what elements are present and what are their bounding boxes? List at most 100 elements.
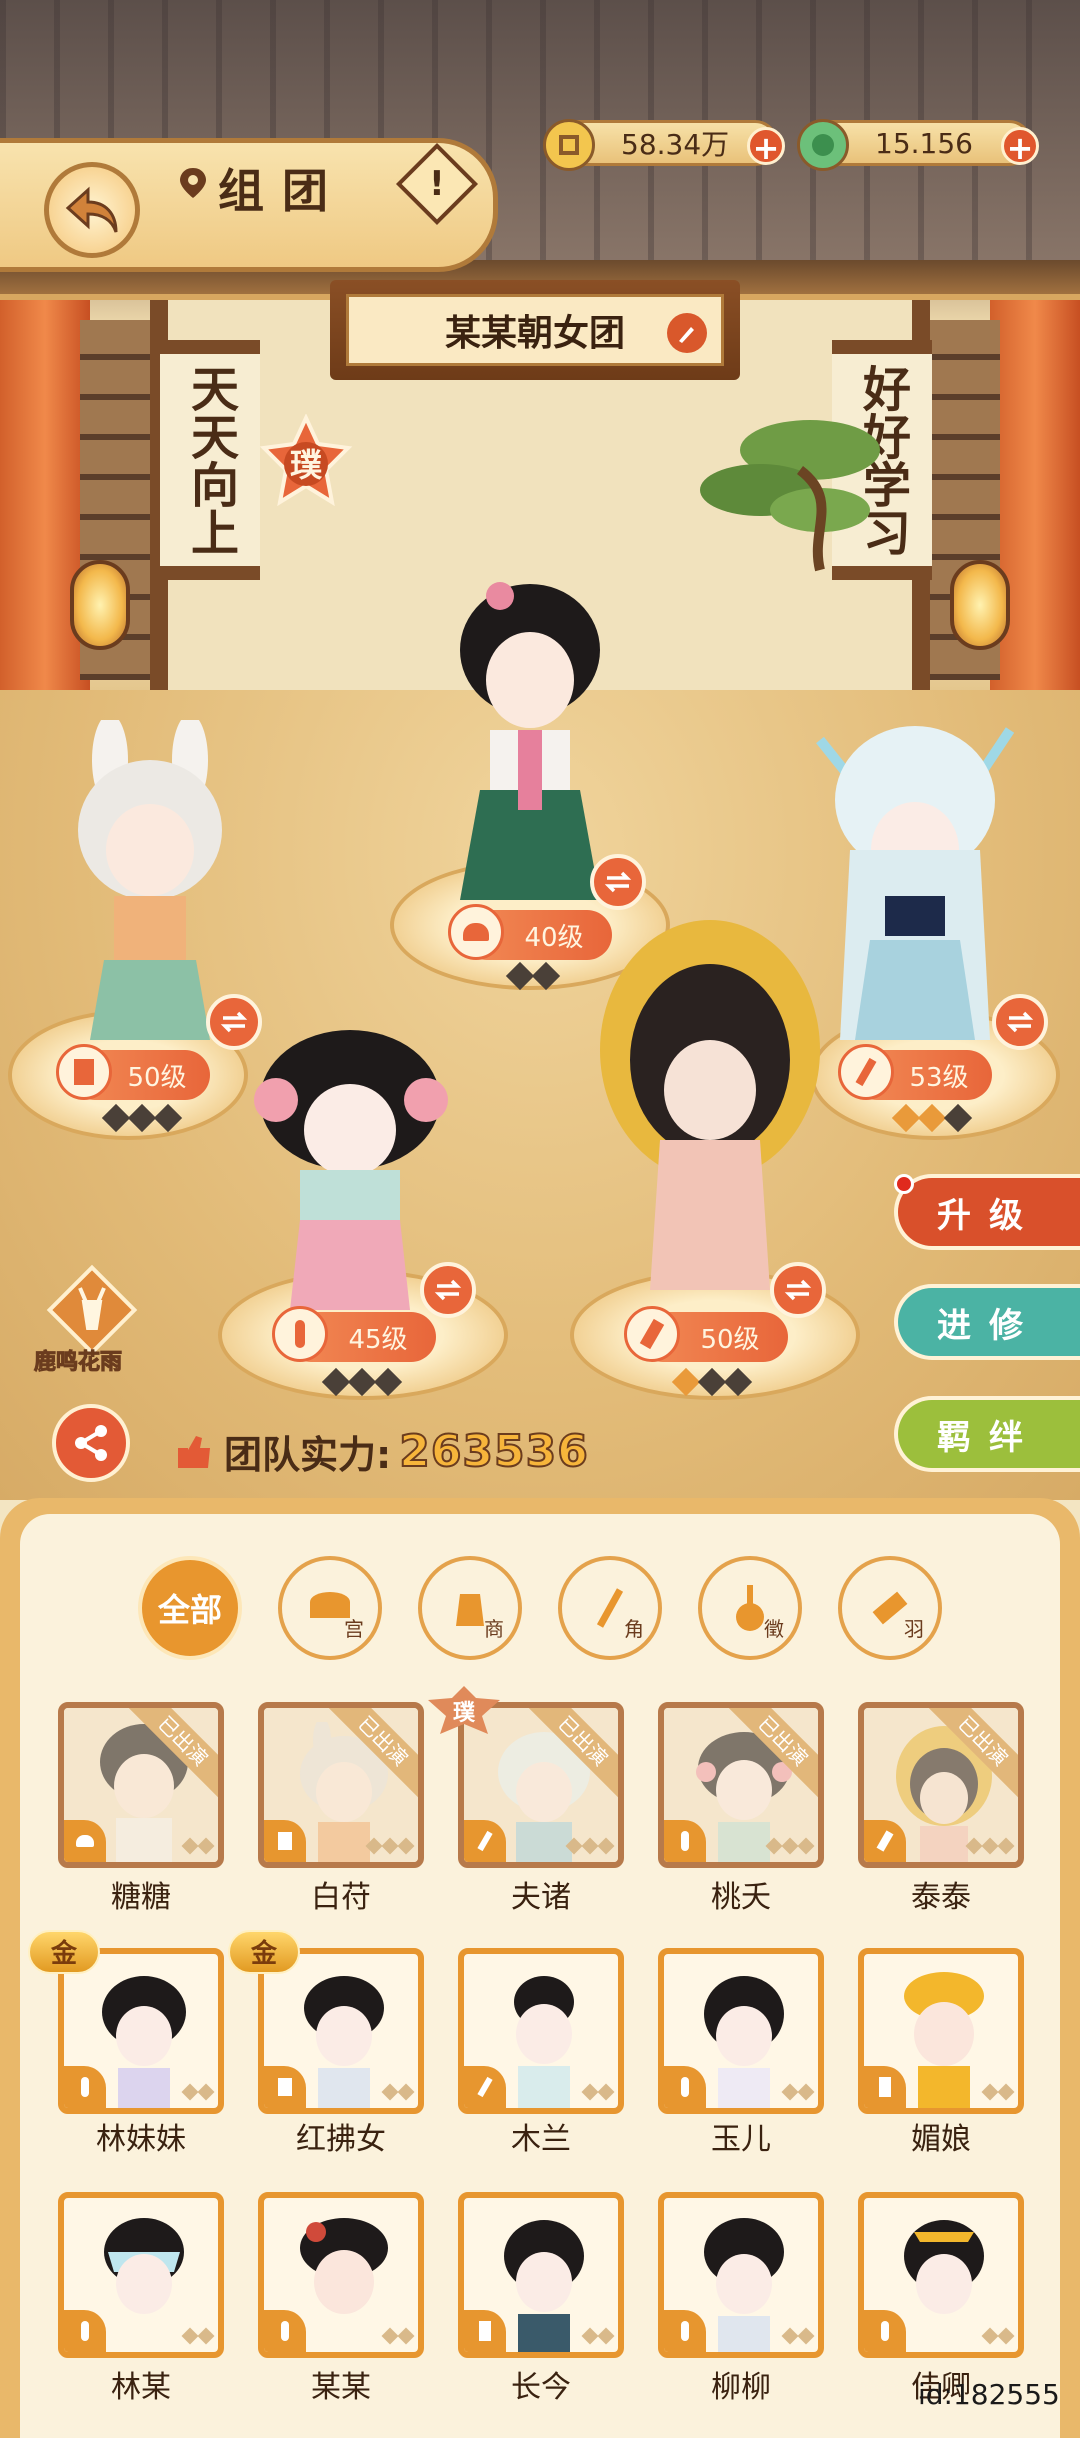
swap-icon xyxy=(604,871,632,893)
roster-card-name: 林某 xyxy=(111,2370,171,2405)
advance-label: 进修 xyxy=(937,1305,1041,1346)
add-coins-button[interactable]: + xyxy=(747,127,785,166)
character-portrait xyxy=(104,2218,184,2314)
class-icon xyxy=(464,2066,506,2108)
character-portrait xyxy=(904,2220,984,2314)
filter-tab-zhi[interactable]: 徵 xyxy=(698,1556,802,1660)
roster-card[interactable] xyxy=(458,2192,624,2358)
card-stars xyxy=(965,1837,1015,1855)
roster-card-name: 林妹妹 xyxy=(96,2122,186,2157)
roster-card[interactable]: 已出演 xyxy=(658,1702,824,1868)
filter-tab-jue[interactable]: 角 xyxy=(558,1556,662,1660)
pu-badge-label: 璞 xyxy=(290,446,323,484)
roster-card-name: 红拂女 xyxy=(296,2122,386,2157)
pu-rank-badge[interactable]: 璞 xyxy=(258,414,354,510)
roster-card[interactable] xyxy=(658,2192,824,2358)
deer-badge-label: 鹿鸣花雨 xyxy=(33,1350,123,1376)
add-jade-button[interactable]: + xyxy=(1001,127,1039,166)
share-icon xyxy=(75,1425,107,1461)
roster-card[interactable] xyxy=(458,1948,624,2114)
class-icon xyxy=(664,1820,706,1862)
brush-icon xyxy=(679,327,694,343)
location-pin-icon xyxy=(180,168,206,198)
filter-tab-gong[interactable]: 宫 xyxy=(278,1556,382,1660)
swap-button[interactable] xyxy=(992,994,1048,1050)
character-portrait xyxy=(904,1972,984,2108)
swap-button[interactable] xyxy=(420,1262,476,1318)
card-stars xyxy=(565,1837,615,1855)
back-button[interactable] xyxy=(44,162,140,258)
team-power-value: 263536 xyxy=(398,1425,589,1478)
card-stars xyxy=(781,2083,815,2101)
pu-tag: 璞 xyxy=(428,1686,500,1734)
help-label: ! xyxy=(429,163,445,204)
share-button[interactable] xyxy=(52,1404,130,1482)
card-stars xyxy=(181,1837,215,1855)
roster-card[interactable]: 已出演 xyxy=(58,1702,224,1868)
bond-label: 羁绊 xyxy=(937,1417,1041,1458)
bond-button[interactable]: 羁绊 xyxy=(894,1396,1080,1472)
lantern-left xyxy=(70,560,130,650)
coin-counter: 58.34万 + xyxy=(543,119,785,171)
card-stars xyxy=(981,2083,1015,2101)
team-power: 团队实力: 263536 xyxy=(174,1424,589,1479)
notification-dot xyxy=(894,1174,914,1194)
roster-card-name: 长今 xyxy=(511,2370,571,2405)
team-power-label: 团队实力: xyxy=(224,1433,392,1477)
card-stars xyxy=(781,2327,815,2345)
gold-rarity-tag: 金 xyxy=(28,1930,100,1974)
swap-icon xyxy=(434,1279,462,1301)
roster-card[interactable] xyxy=(58,2192,224,2358)
roster-card-name: 柳柳 xyxy=(711,2370,771,2405)
roster-card[interactable]: 已出演 xyxy=(858,1702,1024,1868)
filter-tab-yu[interactable]: 羽 xyxy=(838,1556,942,1660)
character-figure xyxy=(460,582,600,900)
star-rating xyxy=(101,1103,183,1133)
upgrade-button[interactable]: 升级 xyxy=(894,1174,1080,1250)
character-figure xyxy=(600,920,820,1290)
edit-name-button[interactable] xyxy=(667,313,707,353)
roster-card-name: 媚娘 xyxy=(911,2122,971,2157)
class-icon xyxy=(264,2066,306,2108)
roster-card[interactable] xyxy=(658,1948,824,2114)
roster-card[interactable] xyxy=(858,2192,1024,2358)
level-icon xyxy=(56,1044,112,1100)
roster-card-name: 木兰 xyxy=(511,2122,571,2157)
team-name: 某某朝女团 xyxy=(444,313,625,354)
jade-icon xyxy=(797,119,849,171)
pu-tag-label: 璞 xyxy=(453,1701,476,1726)
card-stars xyxy=(381,2327,415,2345)
class-icon xyxy=(864,1820,906,1862)
filter-tab-all[interactable]: 全部 xyxy=(138,1556,242,1660)
scroll-left: 天天向上 xyxy=(160,340,260,580)
class-icon xyxy=(464,2310,506,2352)
class-icon xyxy=(864,2310,906,2352)
character-portrait xyxy=(704,1976,784,2108)
character-portrait xyxy=(102,1976,186,2108)
class-icon xyxy=(64,2066,106,2108)
character-portrait xyxy=(514,1976,574,2108)
character-portrait xyxy=(300,2218,388,2314)
filter-tab-shang[interactable]: 商 xyxy=(418,1556,522,1660)
gold-rarity-tag: 金 xyxy=(228,1930,300,1974)
coin-value: 58.34万 xyxy=(621,128,730,161)
star-rating xyxy=(671,1367,753,1397)
roster-card[interactable] xyxy=(858,1948,1024,2114)
advance-button[interactable]: 进修 xyxy=(894,1284,1080,1360)
user-id: id:182555 xyxy=(918,2378,1060,2411)
character-level: 50级 xyxy=(700,1324,760,1355)
star-rating xyxy=(321,1367,403,1397)
roster-card-name: 桃夭 xyxy=(711,1880,771,1915)
swap-icon xyxy=(784,1279,812,1301)
level-icon xyxy=(838,1044,894,1100)
class-icon xyxy=(664,2066,706,2108)
roster-card-name: 泰泰 xyxy=(911,1880,971,1915)
roster-card-name: 夫诸 xyxy=(511,1880,571,1915)
class-icon xyxy=(864,2066,906,2108)
class-icon xyxy=(64,1820,106,1862)
roster-card[interactable] xyxy=(258,2192,424,2358)
roster-card[interactable]: 已出演 xyxy=(258,1702,424,1868)
level-icon xyxy=(272,1306,328,1362)
filter-all-label: 全部 xyxy=(157,1591,222,1629)
swap-button[interactable] xyxy=(770,1262,826,1318)
